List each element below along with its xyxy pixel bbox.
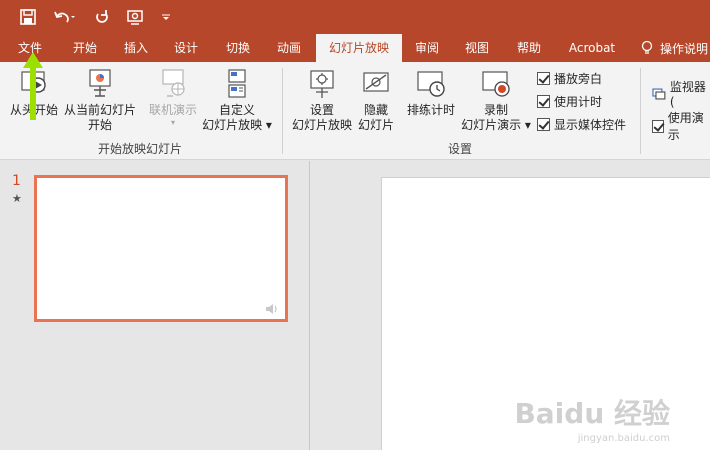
quick-access-toolbar	[0, 0, 710, 34]
play-narrations-checkbox[interactable]: 播放旁白	[537, 70, 602, 87]
monitor-label: 监视器(	[669, 80, 706, 109]
present-online-button[interactable]: 联机演示 ▾	[144, 68, 202, 128]
monitor-icon	[652, 87, 666, 100]
tab-home[interactable]: 开始	[60, 34, 110, 62]
record-slideshow-button[interactable]: 录制 幻灯片演示 ▾	[460, 68, 532, 133]
use-timings-label: 使用计时	[554, 95, 603, 109]
ribbon-slideshow: 从头开始 从当前幻灯片 开始 联机演示 ▾ 自定义 幻灯片放映 ▾ 开始放映幻灯…	[0, 62, 710, 160]
tell-me-search[interactable]: 操作说明	[640, 34, 708, 62]
ribbon-tabs: 文件 开始 插入 设计 切换 动画 幻灯片放映 审阅 视图 帮助 Acrobat…	[0, 34, 710, 62]
tab-review[interactable]: 审阅	[406, 34, 448, 62]
tab-design[interactable]: 设计	[162, 34, 210, 62]
slide-thumbnail[interactable]	[34, 175, 288, 322]
hide-slide-label-2: 幻灯片	[357, 118, 394, 132]
checkbox-checked-icon	[652, 119, 664, 133]
redo-icon[interactable]	[92, 7, 112, 27]
use-presenter-view-label: 使用演示	[667, 111, 704, 142]
checkbox-checked-icon	[537, 95, 550, 108]
hide-slide-label-1: 隐藏	[363, 103, 388, 117]
customize-qat-icon[interactable]	[160, 7, 172, 27]
dropdown-caret-icon: ▾	[170, 118, 175, 127]
setup-slideshow-label-1: 设置	[309, 103, 334, 117]
use-timings-checkbox[interactable]: 使用计时	[537, 93, 602, 110]
up-arrow-annotation-icon	[23, 52, 43, 120]
present-online-icon	[162, 69, 185, 97]
tab-acrobat[interactable]: Acrobat	[560, 34, 624, 62]
hide-slide-button[interactable]: 隐藏 幻灯片	[356, 68, 396, 133]
undo-icon[interactable]	[52, 7, 78, 27]
save-icon[interactable]	[18, 7, 38, 27]
show-media-controls-checkbox[interactable]: 显示媒体控件	[537, 116, 626, 133]
slide-number: 1	[12, 173, 21, 189]
record-slideshow-icon	[482, 71, 510, 97]
from-current-label-2: 开始	[87, 118, 112, 132]
group-label-setup: 设置	[447, 142, 472, 156]
slide-transition-star-icon: ★	[12, 192, 22, 205]
audio-speaker-icon	[266, 304, 277, 314]
watermark-logo: Baidu 经验	[514, 397, 670, 430]
group-separator	[640, 68, 641, 154]
record-slideshow-label-1: 录制	[483, 103, 508, 117]
group-label-start-slideshow: 开始放映幻灯片	[97, 142, 182, 156]
custom-slideshow-icon	[228, 69, 246, 98]
tab-view[interactable]: 视图	[454, 34, 500, 62]
from-current-slide-button[interactable]: 从当前幻灯片 开始	[62, 68, 138, 133]
present-from-beginning-icon[interactable]	[126, 7, 146, 27]
checkbox-checked-icon	[537, 72, 550, 85]
custom-slideshow-label-2: 幻灯片放映 ▾	[202, 118, 272, 132]
group-separator	[282, 68, 283, 154]
play-narrations-label: 播放旁白	[554, 72, 603, 86]
watermark-url: jingyan.baidu.com	[577, 433, 670, 444]
from-current-label-1: 从当前幻灯片	[63, 103, 136, 117]
record-slideshow-label-2: 幻灯片演示 ▾	[461, 118, 531, 132]
custom-slideshow-button[interactable]: 自定义 幻灯片放映 ▾	[200, 68, 274, 133]
lightbulb-icon	[641, 40, 653, 54]
tab-slideshow[interactable]: 幻灯片放映	[316, 34, 402, 62]
rehearse-timings-button[interactable]: 排练计时	[404, 68, 458, 118]
use-presenter-view-checkbox[interactable]: 使用演示	[652, 109, 710, 143]
tab-transitions[interactable]: 切换	[214, 34, 262, 62]
custom-slideshow-label-1: 自定义	[218, 103, 255, 117]
setup-slideshow-label-2: 幻灯片放映	[291, 118, 352, 132]
rehearse-timings-label: 排练计时	[406, 103, 455, 117]
rehearse-timings-icon	[417, 71, 445, 97]
tab-insert[interactable]: 插入	[112, 34, 160, 62]
tab-animations[interactable]: 动画	[265, 34, 313, 62]
setup-slideshow-icon	[310, 70, 334, 98]
setup-slideshow-button[interactable]: 设置 幻灯片放映	[290, 68, 354, 133]
tab-help[interactable]: 帮助	[506, 34, 552, 62]
slide-thumbnail-pane: 1 ★	[0, 161, 310, 450]
show-media-controls-label: 显示媒体控件	[554, 118, 627, 132]
play-from-current-icon	[89, 69, 111, 97]
present-online-label: 联机演示	[148, 103, 197, 117]
hide-slide-icon	[363, 72, 389, 92]
monitor-dropdown[interactable]: 监视器(	[652, 78, 710, 109]
checkbox-checked-icon	[537, 118, 550, 131]
tell-me-label: 操作说明	[660, 41, 709, 56]
